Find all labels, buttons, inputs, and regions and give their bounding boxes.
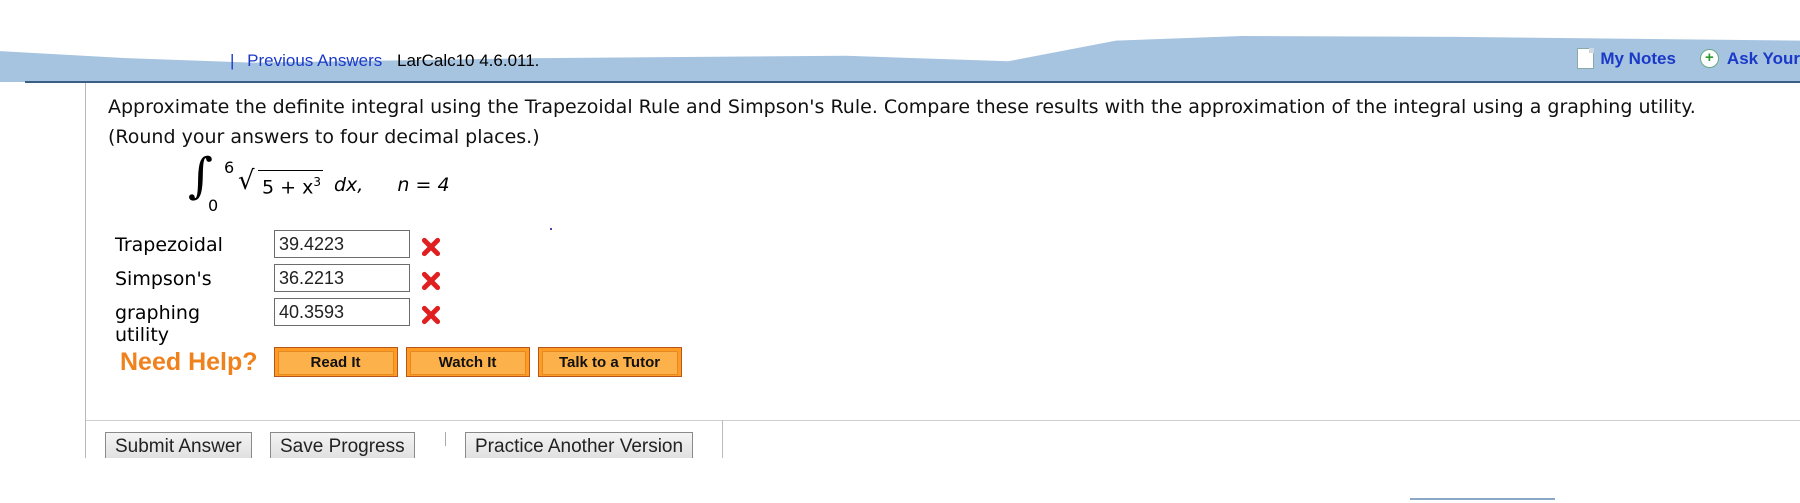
incorrect-icon xyxy=(421,305,441,325)
integral-tail: dx, n = 4 xyxy=(334,174,450,196)
torn-bottom-edge xyxy=(0,458,1800,503)
header-right: My Notes + Ask Your xyxy=(1577,48,1800,69)
action-buttons: Submit Answer Save Progress Practice Ano… xyxy=(100,428,720,458)
practice-another-version-button[interactable]: Practice Another Version xyxy=(465,432,694,458)
simpsons-input[interactable] xyxy=(274,264,410,292)
question-text: Approximate the definite integral using … xyxy=(108,92,1788,152)
problem-code: LarCalc10 4.6.011. xyxy=(397,51,540,70)
header-separator: | xyxy=(230,51,235,70)
note-icon xyxy=(1577,48,1595,69)
graphing-utility-input[interactable] xyxy=(274,298,410,326)
exponent: 3 xyxy=(313,175,321,189)
incorrect-icon xyxy=(421,237,441,257)
submit-answer-button[interactable]: Submit Answer xyxy=(105,432,252,458)
button-separator xyxy=(445,432,446,446)
panel-left-border xyxy=(85,83,86,463)
header-underline xyxy=(25,81,1800,83)
trapezoidal-label: Trapezoidal xyxy=(115,234,223,256)
differential: dx, xyxy=(334,174,364,196)
header-left: | Previous Answers LarCalc10 4.6.011. xyxy=(230,51,539,71)
read-it-button[interactable]: Read It xyxy=(273,347,398,377)
my-notes-link[interactable]: My Notes xyxy=(1600,49,1676,69)
watch-it-label: Watch It xyxy=(409,351,526,375)
actions-right-divider xyxy=(722,420,723,458)
actions-divider xyxy=(86,420,1800,421)
incorrect-icon xyxy=(421,271,441,291)
question-line-1: Approximate the definite integral using … xyxy=(108,96,1696,118)
previous-answers-link[interactable]: Previous Answers xyxy=(247,51,382,70)
talk-to-tutor-label: Talk to a Tutor xyxy=(541,351,678,375)
stray-line xyxy=(1410,498,1555,500)
simpsons-label: Simpson's xyxy=(115,268,212,290)
talk-to-tutor-button[interactable]: Talk to a Tutor xyxy=(537,347,682,377)
plus-icon: + xyxy=(1699,49,1719,68)
radicand: 5 + x3 xyxy=(258,170,323,198)
upper-limit: 6 xyxy=(224,158,235,177)
graphing-utility-label: graphing utility xyxy=(115,302,200,346)
trapezoidal-input[interactable] xyxy=(274,230,410,258)
watch-it-button[interactable]: Watch It xyxy=(405,347,530,377)
radical-sign: √ xyxy=(238,166,255,196)
stray-dot xyxy=(550,228,552,230)
need-help-title: Need Help? xyxy=(120,347,258,376)
need-help-bar: Need Help? Read It Watch It Talk to a Tu… xyxy=(120,347,690,377)
n-value: n = 4 xyxy=(397,174,450,196)
question-line-2: (Round your answers to four decimal plac… xyxy=(108,126,540,148)
read-it-label: Read It xyxy=(277,351,394,375)
save-progress-button[interactable]: Save Progress xyxy=(270,432,415,458)
ask-your-teacher-link[interactable]: Ask Your xyxy=(1727,49,1800,69)
lower-limit: 0 xyxy=(208,196,219,215)
